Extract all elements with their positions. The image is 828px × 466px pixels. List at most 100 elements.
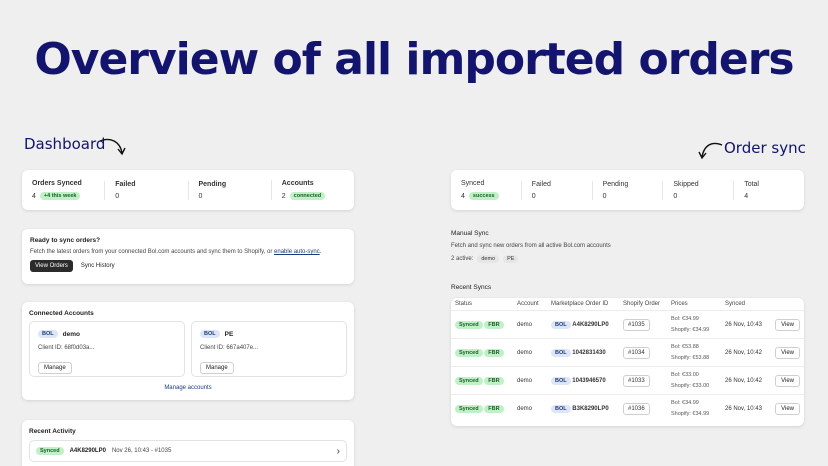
enable-auto-sync-link[interactable]: enable auto-sync bbox=[274, 249, 320, 255]
account-name: demo bbox=[62, 330, 80, 338]
shopify-price: Shopify: €53.88 bbox=[671, 354, 710, 361]
synced-time: 26 Nov, 10:43 bbox=[721, 394, 772, 423]
account-card-demo: BOL demo Client ID: 68f0d03a... Manage bbox=[29, 321, 185, 377]
shopify-order-chip[interactable]: #1036 bbox=[623, 402, 650, 415]
bol-price: Bol: €34.99 bbox=[671, 399, 699, 406]
bol-price: Bol: €53.88 bbox=[671, 343, 699, 350]
order-sync-annotation: Order sync bbox=[698, 139, 806, 160]
order-id: B3K8290LP0 bbox=[572, 405, 609, 412]
stat-failed: Failed 0 bbox=[520, 180, 592, 200]
view-orders-button[interactable]: View Orders bbox=[30, 260, 73, 272]
curved-arrow-icon bbox=[698, 142, 723, 160]
ready-title: Ready to sync orders? bbox=[30, 237, 101, 244]
active-account-pill: demo bbox=[477, 255, 500, 263]
connected-accounts-card: Connected Accounts BOL demo Client ID: 6… bbox=[22, 302, 354, 400]
manage-button[interactable]: Manage bbox=[38, 362, 72, 374]
shopify-order-chip[interactable]: #1035 bbox=[623, 318, 650, 331]
view-button[interactable]: View bbox=[775, 402, 800, 415]
bol-tag: BOL bbox=[200, 330, 220, 338]
dashboard-annotation-label: Dashboard bbox=[24, 135, 106, 153]
order-id: A4K8290LP0 bbox=[69, 448, 106, 454]
order-sync-annotation-label: Order sync bbox=[724, 139, 806, 157]
order-id: 1042831430 bbox=[572, 349, 606, 356]
active-account-pill: PE bbox=[503, 255, 519, 263]
manual-sync-title: Manual Sync bbox=[451, 230, 489, 237]
manual-sync-section: Manual Sync Fetch and sync new orders fr… bbox=[451, 230, 804, 263]
ready-text: Fetch the latest orders from your connec… bbox=[30, 249, 322, 255]
status-badge: Synced bbox=[455, 376, 483, 385]
status-badge: Synced bbox=[455, 404, 483, 413]
recent-activity-card: Recent Activity Synced A4K8290LP0 Nov 26… bbox=[22, 420, 354, 466]
column-header: Marketplace Order ID bbox=[551, 301, 609, 307]
table-row: Synced FBR demo BOL 1043946570 #1033 Bol… bbox=[451, 366, 804, 395]
channel-badge: FBR bbox=[484, 376, 504, 385]
shopify-order-chip[interactable]: #1034 bbox=[623, 346, 650, 359]
bol-price: Bol: €33.00 bbox=[671, 371, 699, 378]
stat-pending: Pending 0 bbox=[187, 180, 271, 200]
bol-tag: BOL bbox=[551, 320, 571, 329]
account-cell: demo bbox=[513, 310, 547, 339]
bol-tag: BOL bbox=[551, 376, 571, 385]
dashboard-stats-card: Orders Synced 4 +4 this week Failed 0 Pen… bbox=[22, 170, 354, 210]
column-header: Status bbox=[455, 301, 473, 307]
client-id: Client ID: 667a407e... bbox=[200, 345, 259, 351]
column-header: Shopify Order bbox=[623, 301, 661, 307]
order-id: A4K8290LP0 bbox=[572, 321, 609, 328]
account-card-pe: BOL PE Client ID: 667a407e... Manage bbox=[191, 321, 347, 377]
recent-syncs-table: Status Account Marketplace Order ID Shop… bbox=[451, 298, 804, 423]
connected-title: Connected Accounts bbox=[29, 310, 94, 317]
account-cell: demo bbox=[513, 366, 547, 395]
bol-tag: BOL bbox=[38, 330, 58, 338]
stat-accounts: Accounts 2 connected bbox=[270, 180, 354, 200]
status-badge: connected bbox=[289, 192, 326, 200]
synced-time: 26 Nov, 10:42 bbox=[721, 366, 772, 395]
channel-badge: FBR bbox=[484, 404, 504, 413]
curved-arrow-icon bbox=[99, 138, 126, 156]
shopify-price: Shopify: €34.99 bbox=[671, 410, 710, 417]
shopify-price: Shopify: €33.00 bbox=[671, 382, 710, 389]
synced-time: 26 Nov, 10:43 bbox=[721, 310, 772, 339]
table-row: Synced FBR demo BOL 1042831430 #1034 Bol… bbox=[451, 338, 804, 367]
status-badge: Synced bbox=[455, 320, 483, 329]
column-header: Account bbox=[517, 301, 539, 307]
ready-to-sync-card: Ready to sync orders? Fetch the latest o… bbox=[22, 229, 354, 284]
status-badge: success bbox=[468, 192, 499, 200]
stat-total: Total 4 bbox=[733, 180, 804, 200]
table-row: Synced FBR demo BOL B3K8290LP0 #1036 Bol… bbox=[451, 394, 804, 423]
column-header: Prices bbox=[671, 301, 688, 307]
status-badge: +4 this week bbox=[39, 192, 81, 200]
status-badge: Synced bbox=[455, 348, 483, 357]
account-cell: demo bbox=[513, 394, 547, 423]
shopify-order-chip[interactable]: #1033 bbox=[623, 374, 650, 387]
view-button[interactable]: View bbox=[775, 374, 800, 387]
channel-badge: FBR bbox=[484, 348, 504, 357]
order-id: 1043946570 bbox=[572, 377, 606, 384]
dashboard-annotation: Dashboard bbox=[24, 135, 126, 156]
stat-orders-synced: Orders Synced 4 +4 this week bbox=[32, 180, 82, 200]
stat-pending: Pending 0 bbox=[591, 180, 663, 200]
sync-history-button[interactable]: Sync History bbox=[81, 263, 115, 269]
bol-tag: BOL bbox=[551, 404, 571, 413]
stat-synced: Synced 4 success bbox=[451, 180, 521, 200]
shopify-price: Shopify: €34.99 bbox=[671, 326, 710, 333]
page-headline: Overview of all imported orders bbox=[34, 34, 794, 85]
bol-price: Bol: €34.99 bbox=[671, 315, 699, 322]
client-id: Client ID: 68f0d03a... bbox=[38, 345, 95, 351]
stat-failed: Failed 0 bbox=[104, 180, 187, 200]
synced-time: 26 Nov, 10:42 bbox=[721, 338, 772, 367]
activity-meta: Nov 26, 10:43 - #1035 bbox=[111, 448, 172, 454]
account-name: PE bbox=[224, 330, 234, 338]
view-button[interactable]: View bbox=[775, 346, 800, 359]
manual-sync-text: Fetch and sync new orders from all activ… bbox=[451, 243, 611, 249]
manage-accounts-link[interactable]: Manage accounts bbox=[22, 385, 354, 391]
stat-skipped: Skipped 0 bbox=[662, 180, 733, 200]
column-header: Synced bbox=[725, 301, 746, 307]
chevron-right-icon: › bbox=[336, 445, 340, 457]
bol-tag: BOL bbox=[551, 348, 571, 357]
account-cell: demo bbox=[513, 338, 547, 367]
manage-button[interactable]: Manage bbox=[200, 362, 234, 374]
activity-item[interactable]: Synced A4K8290LP0 Nov 26, 10:43 - #1035 … bbox=[29, 440, 347, 462]
view-button[interactable]: View bbox=[775, 318, 800, 331]
channel-badge: FBR bbox=[484, 320, 504, 329]
sync-stats-card: Synced 4 success Failed 0 Pending 0 Skipp… bbox=[451, 170, 804, 210]
